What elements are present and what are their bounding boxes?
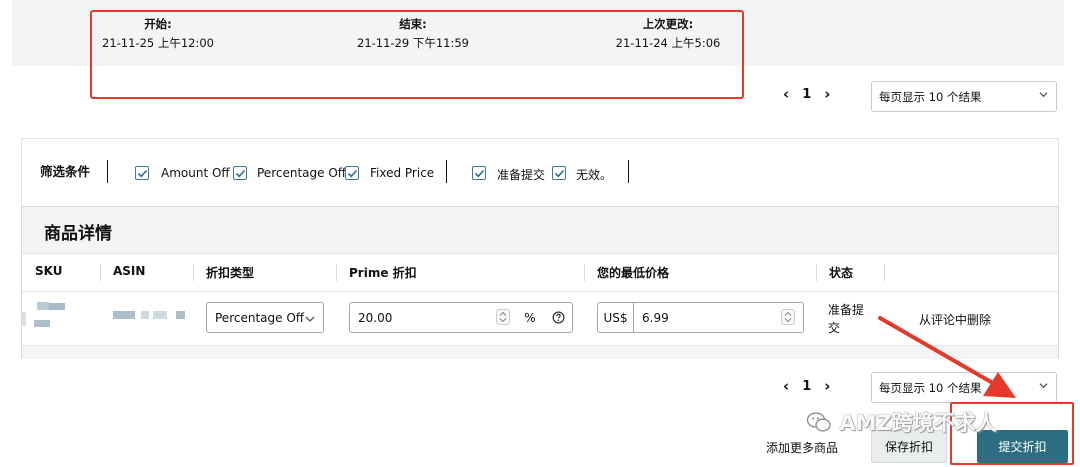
filter-label-invalid: 无效。 [576, 168, 613, 182]
min-price-value: 6.99 [642, 310, 669, 325]
divider [628, 160, 629, 183]
annotation-arrow-icon [878, 316, 1016, 398]
checkbox-fixed-price[interactable] [345, 166, 359, 180]
filter-label-fixed-price: Fixed Price [370, 166, 435, 180]
check-icon [235, 169, 246, 178]
watermark-text: AMZ跨境不求人 [839, 411, 997, 435]
prime-discount-input[interactable]: 20.00 [349, 302, 517, 333]
col-discount-type: 折扣类型 [206, 266, 255, 280]
col-prime-discount: Prime 折扣 [349, 266, 417, 280]
chevron-down-icon [305, 316, 315, 322]
stepper-icon[interactable] [781, 309, 795, 325]
col-divider [584, 264, 585, 281]
check-icon [347, 169, 358, 178]
pagination-bottom: ‹ 1 › [783, 379, 830, 395]
col-asin: ASIN [113, 264, 146, 278]
col-divider [100, 264, 101, 281]
col-min-price: 您的最低价格 [597, 266, 670, 280]
prime-discount-value: 20.00 [358, 310, 393, 325]
detail-header [22, 207, 1058, 254]
stepper-icon[interactable] [496, 309, 510, 325]
help-button[interactable] [544, 302, 573, 333]
asin-value-redacted [113, 311, 188, 321]
col-divider [193, 264, 194, 281]
filter-bar: 筛选条件 Amount Off Percentage Off Fixed Pri… [21, 138, 1059, 206]
discount-type-select[interactable]: Percentage Off [206, 302, 324, 333]
prev-page-icon[interactable]: ‹ [783, 379, 789, 394]
col-sku: SKU [35, 264, 63, 278]
filter-label-percentage-off: Percentage Off [257, 166, 347, 180]
next-page-icon[interactable]: › [824, 379, 830, 394]
currency-addon: US$ [597, 302, 634, 333]
col-divider [816, 264, 817, 281]
checkbox-percentage-off[interactable] [233, 166, 247, 180]
filter-label-ready: 准备提交 [497, 168, 546, 182]
status-value: 准备提交 [828, 303, 865, 335]
next-page-icon[interactable]: › [824, 87, 830, 102]
percent-addon: % [516, 302, 545, 333]
page-number[interactable]: 1 [802, 379, 811, 394]
per-page-value: 每页显示 10 个结果 [879, 89, 982, 104]
per-page-select-top[interactable]: 每页显示 10 个结果 [871, 81, 1057, 112]
pagination-top: ‹ 1 › [783, 87, 830, 103]
wechat-icon [806, 412, 831, 432]
check-icon [474, 169, 485, 178]
add-more-products-link[interactable]: 添加更多商品 [766, 439, 838, 456]
sku-value-redacted [22, 301, 72, 333]
filter-label-amount-off: Amount Off [161, 166, 230, 180]
row-divider [22, 291, 1058, 292]
chevron-down-icon [1039, 92, 1048, 98]
highlight-box-dates [90, 10, 744, 99]
checkbox-ready-to-submit[interactable] [472, 166, 486, 180]
discount-type-value: Percentage Off [215, 310, 305, 325]
filter-title: 筛选条件 [40, 164, 91, 179]
checkbox-invalid[interactable] [552, 166, 566, 180]
watermark: AMZ跨境不求人 [806, 407, 997, 437]
chevron-down-icon [1039, 383, 1048, 389]
divider [107, 160, 108, 183]
col-divider [336, 264, 337, 281]
col-status: 状态 [829, 266, 854, 280]
prev-page-icon[interactable]: ‹ [783, 87, 789, 102]
question-circle-icon [552, 311, 564, 324]
check-icon [137, 169, 148, 178]
page-number[interactable]: 1 [802, 87, 811, 102]
check-icon [554, 169, 565, 178]
col-divider [884, 264, 885, 281]
detail-title: 商品详情 [44, 224, 112, 244]
divider [446, 160, 447, 183]
min-price-input[interactable]: 6.99 [633, 302, 804, 333]
checkbox-amount-off[interactable] [135, 166, 149, 180]
